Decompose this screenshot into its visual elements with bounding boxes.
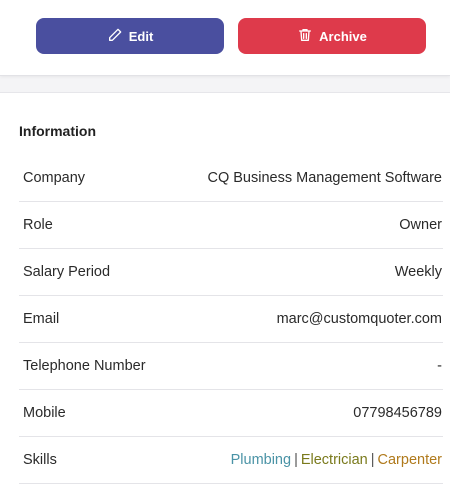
row-value: Owner bbox=[399, 217, 442, 233]
row-salary-period: Salary Period Weekly bbox=[19, 249, 443, 296]
row-label: Telephone Number bbox=[23, 358, 146, 374]
row-value: 07798456789 bbox=[353, 405, 442, 421]
row-value: - bbox=[437, 358, 442, 374]
skill-tag: Plumbing bbox=[230, 452, 292, 468]
skill-tag: Carpenter bbox=[377, 452, 442, 468]
row-company: Company CQ Business Management Software bbox=[19, 155, 443, 202]
row-email: Email marc@customquoter.com bbox=[19, 296, 443, 343]
skill-separator: | bbox=[370, 452, 375, 468]
row-mobile: Mobile 07798456789 bbox=[19, 390, 443, 437]
row-label: Role bbox=[23, 217, 53, 233]
skill-tag: Electrician bbox=[300, 452, 368, 468]
row-value: marc@customquoter.com bbox=[276, 311, 442, 327]
skill-separator: | bbox=[294, 452, 298, 468]
row-skills: Skills Plumbing | Electrician | Carpenter bbox=[19, 437, 443, 484]
edit-label: Edit bbox=[128, 28, 154, 44]
row-role: Role Owner bbox=[19, 202, 443, 249]
row-label: Skills bbox=[23, 452, 57, 468]
row-value: CQ Business Management Software bbox=[207, 170, 442, 186]
pencil-icon bbox=[107, 27, 123, 46]
row-label: Mobile bbox=[23, 405, 66, 421]
row-label: Salary Period bbox=[23, 264, 111, 280]
skills-list: Plumbing | Electrician | Carpenter bbox=[231, 452, 442, 468]
archive-button[interactable]: Archive bbox=[238, 18, 426, 54]
trash-icon bbox=[297, 27, 313, 46]
edit-button[interactable]: Edit bbox=[36, 18, 224, 54]
archive-label: Archive bbox=[319, 28, 367, 44]
information-list: Company CQ Business Management Software … bbox=[19, 155, 443, 484]
row-telephone: Telephone Number - bbox=[19, 343, 443, 390]
information-card: Information Company CQ Business Manageme… bbox=[0, 92, 450, 494]
action-bar: Edit Archive bbox=[0, 0, 450, 76]
row-label: Company bbox=[23, 170, 86, 186]
row-label: Email bbox=[23, 311, 60, 327]
row-value: Weekly bbox=[394, 264, 442, 280]
section-title: Information bbox=[19, 123, 96, 139]
